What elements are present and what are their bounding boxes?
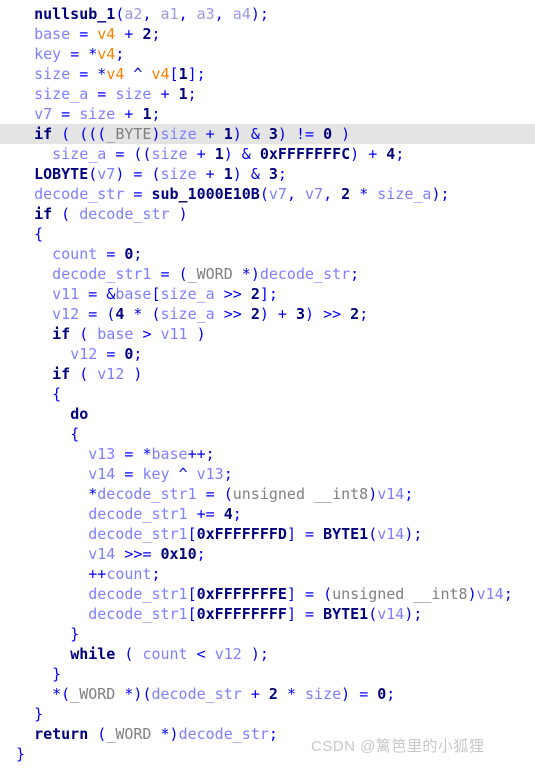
code-line[interactable]: key = *v4; (0, 44, 535, 64)
code-line[interactable]: size_a = size + 1; (0, 84, 535, 104)
code-line[interactable]: *decode_str1 = (unsigned __int8)v14; (0, 484, 535, 504)
code-line[interactable]: nullsub_1(a2, a1, a3, a4); (0, 4, 535, 24)
code-line[interactable]: count = 0; (0, 244, 535, 264)
pseudocode-view[interactable]: nullsub_1(a2, a1, a3, a4); base = v4 + 2… (0, 0, 535, 764)
code-line[interactable]: if ( (((_BYTE)size + 1) & 3) != 0 ) (0, 124, 535, 144)
code-line[interactable]: v12 = (4 * (size_a >> 2) + 3) >> 2; (0, 304, 535, 324)
csdn-watermark: CSDN @篱笆里的小狐狸 (311, 738, 485, 755)
code-line[interactable]: if ( decode_str ) (0, 204, 535, 224)
code-line[interactable]: { (0, 424, 535, 444)
code-line[interactable]: decode_str1[0xFFFFFFFF] = BYTE1(v14); (0, 604, 535, 624)
code-line[interactable]: decode_str1[0xFFFFFFFE] = (unsigned __in… (0, 584, 535, 604)
code-line[interactable]: decode_str = sub_1000E10B(v7, v7, 2 * si… (0, 184, 535, 204)
code-line[interactable]: { (0, 224, 535, 244)
code-line[interactable]: v12 = 0; (0, 344, 535, 364)
code-line[interactable]: *(_WORD *)(decode_str + 2 * size) = 0; (0, 684, 535, 704)
code-line[interactable]: } (0, 624, 535, 644)
code-line[interactable]: v14 >>= 0x10; (0, 544, 535, 564)
code-line[interactable]: v7 = size + 1; (0, 104, 535, 124)
code-line[interactable]: base = v4 + 2; (0, 24, 535, 44)
code-line[interactable]: LOBYTE(v7) = (size + 1) & 3; (0, 164, 535, 184)
code-line[interactable]: } (0, 664, 535, 684)
code-line[interactable]: v14 = key ^ v13; (0, 464, 535, 484)
code-line[interactable]: do (0, 404, 535, 424)
code-line[interactable]: v13 = *base++; (0, 444, 535, 464)
code-line[interactable]: decode_str1 = (_WORD *)decode_str; (0, 264, 535, 284)
code-line[interactable]: while ( count < v12 ); (0, 644, 535, 664)
code-line[interactable]: size = *v4 ^ v4[1]; (0, 64, 535, 84)
code-line[interactable]: } (0, 704, 535, 724)
code-line[interactable]: if ( base > v11 ) (0, 324, 535, 344)
code-line[interactable]: if ( v12 ) (0, 364, 535, 384)
code-line[interactable]: ++count; (0, 564, 535, 584)
code-line[interactable]: size_a = ((size + 1) & 0xFFFFFFFC) + 4; (0, 144, 535, 164)
code-line[interactable]: decode_str1 += 4; (0, 504, 535, 524)
code-line[interactable]: decode_str1[0xFFFFFFFD] = BYTE1(v14); (0, 524, 535, 544)
code-line[interactable]: { (0, 384, 535, 404)
code-line[interactable]: v11 = &base[size_a >> 2]; (0, 284, 535, 304)
